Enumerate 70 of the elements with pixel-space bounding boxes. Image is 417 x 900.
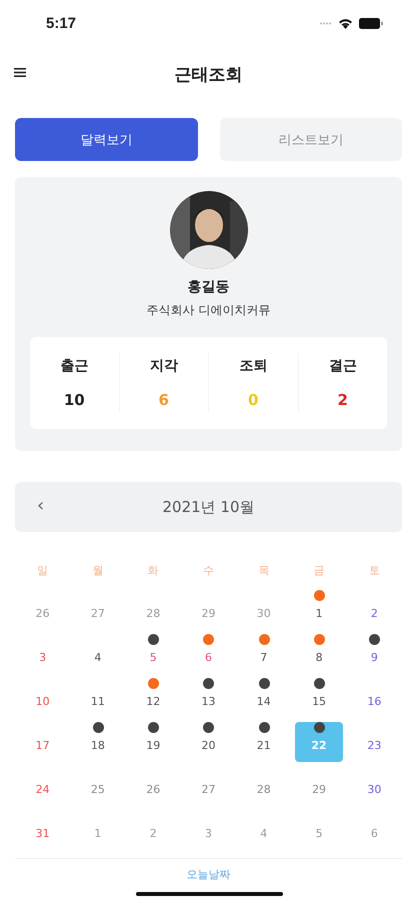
calendar-day[interactable]: 26 — [130, 766, 177, 806]
previous-month-button[interactable]: ‹ — [31, 495, 50, 516]
status-time: 5:17 — [46, 14, 76, 32]
stat-label: 결근 — [328, 357, 357, 375]
calendar-day[interactable]: 19 — [130, 722, 177, 762]
calendar-day[interactable]: 11 — [74, 678, 122, 718]
calendar-day[interactable]: 5 — [295, 810, 343, 850]
weekday-label: 일 — [36, 563, 50, 579]
calendar-day[interactable]: 23 — [350, 722, 398, 762]
stat-label: 출근 — [60, 357, 88, 375]
calendar-day[interactable]: 10 — [19, 678, 66, 718]
calendar-day[interactable]: 24 — [19, 766, 66, 806]
calendar-day[interactable]: 3 — [19, 634, 66, 674]
calendar-day[interactable]: 7 — [240, 634, 288, 674]
today-link[interactable]: 오늘날짜 — [186, 867, 230, 882]
calendar-day[interactable]: 15 — [295, 678, 343, 718]
weekday-label: 월 — [91, 563, 104, 579]
wifi-icon — [338, 18, 353, 28]
calendar-day[interactable]: 4 — [240, 810, 288, 850]
stat-label: 조퇴 — [239, 357, 268, 375]
weekday-label: 금 — [312, 563, 326, 579]
calendar-day[interactable]: 6 — [350, 810, 398, 850]
calendar-day[interactable]: 20 — [184, 722, 232, 762]
calendar-day[interactable]: 3 — [184, 810, 232, 850]
company-name: 주식회사 디에이치커뮤 — [146, 302, 270, 319]
calendar-day[interactable]: 31 — [19, 810, 66, 850]
calendar-day[interactable]: 27 — [184, 766, 232, 806]
weekday-label: 화 — [146, 563, 160, 579]
weekday-label: 토 — [368, 563, 381, 579]
weekday-label: 목 — [257, 563, 270, 579]
calendar-day[interactable]: 28 — [130, 590, 177, 630]
calendar-day[interactable]: 29 — [295, 766, 343, 806]
stat-value: 0 — [248, 391, 258, 409]
stat-value: 10 — [64, 391, 85, 409]
signal-icon — [320, 22, 332, 24]
calendar-day[interactable]: 6 — [184, 634, 232, 674]
calendar-day[interactable]: 30 — [350, 766, 398, 806]
calendar-day[interactable]: 1 — [74, 810, 122, 850]
stat-value: 6 — [158, 391, 169, 409]
stat-label: 지각 — [150, 357, 178, 375]
user-name: 홍길동 — [188, 278, 230, 296]
view-tab[interactable]: 달력보기 — [15, 118, 198, 161]
calendar-day[interactable]: 13 — [184, 678, 232, 718]
calendar-day[interactable]: 9 — [350, 634, 398, 674]
calendar-day[interactable]: 21 — [240, 722, 288, 762]
battery-icon — [359, 18, 383, 28]
calendar-day[interactable]: 17 — [19, 722, 66, 762]
calendar-day[interactable]: 16 — [350, 678, 398, 718]
calendar-day[interactable]: 2 — [350, 590, 398, 630]
page-title: 근태조회 — [174, 64, 242, 86]
weekday-label: 수 — [202, 563, 215, 579]
view-tab[interactable]: 리스트보기 — [220, 118, 402, 161]
calendar-day[interactable]: 2 — [130, 810, 177, 850]
calendar-day[interactable]: 22 — [295, 722, 343, 762]
menu-icon[interactable] — [14, 68, 26, 77]
month-title: 2021년 10월 — [162, 498, 255, 516]
calendar-day[interactable]: 5 — [130, 634, 177, 674]
calendar-day[interactable]: 4 — [74, 634, 122, 674]
calendar-day[interactable]: 1 — [295, 590, 343, 630]
calendar-day[interactable]: 8 — [295, 634, 343, 674]
stat-value: 2 — [338, 391, 348, 409]
calendar-day[interactable]: 27 — [74, 590, 122, 630]
calendar-day[interactable]: 26 — [19, 590, 66, 630]
calendar-day[interactable]: 28 — [240, 766, 288, 806]
calendar-day[interactable]: 29 — [184, 590, 232, 630]
calendar-day[interactable]: 12 — [130, 678, 177, 718]
calendar-day[interactable]: 18 — [74, 722, 122, 762]
calendar-day[interactable]: 30 — [240, 590, 288, 630]
calendar-day[interactable]: 14 — [240, 678, 288, 718]
calendar-day[interactable]: 25 — [74, 766, 122, 806]
